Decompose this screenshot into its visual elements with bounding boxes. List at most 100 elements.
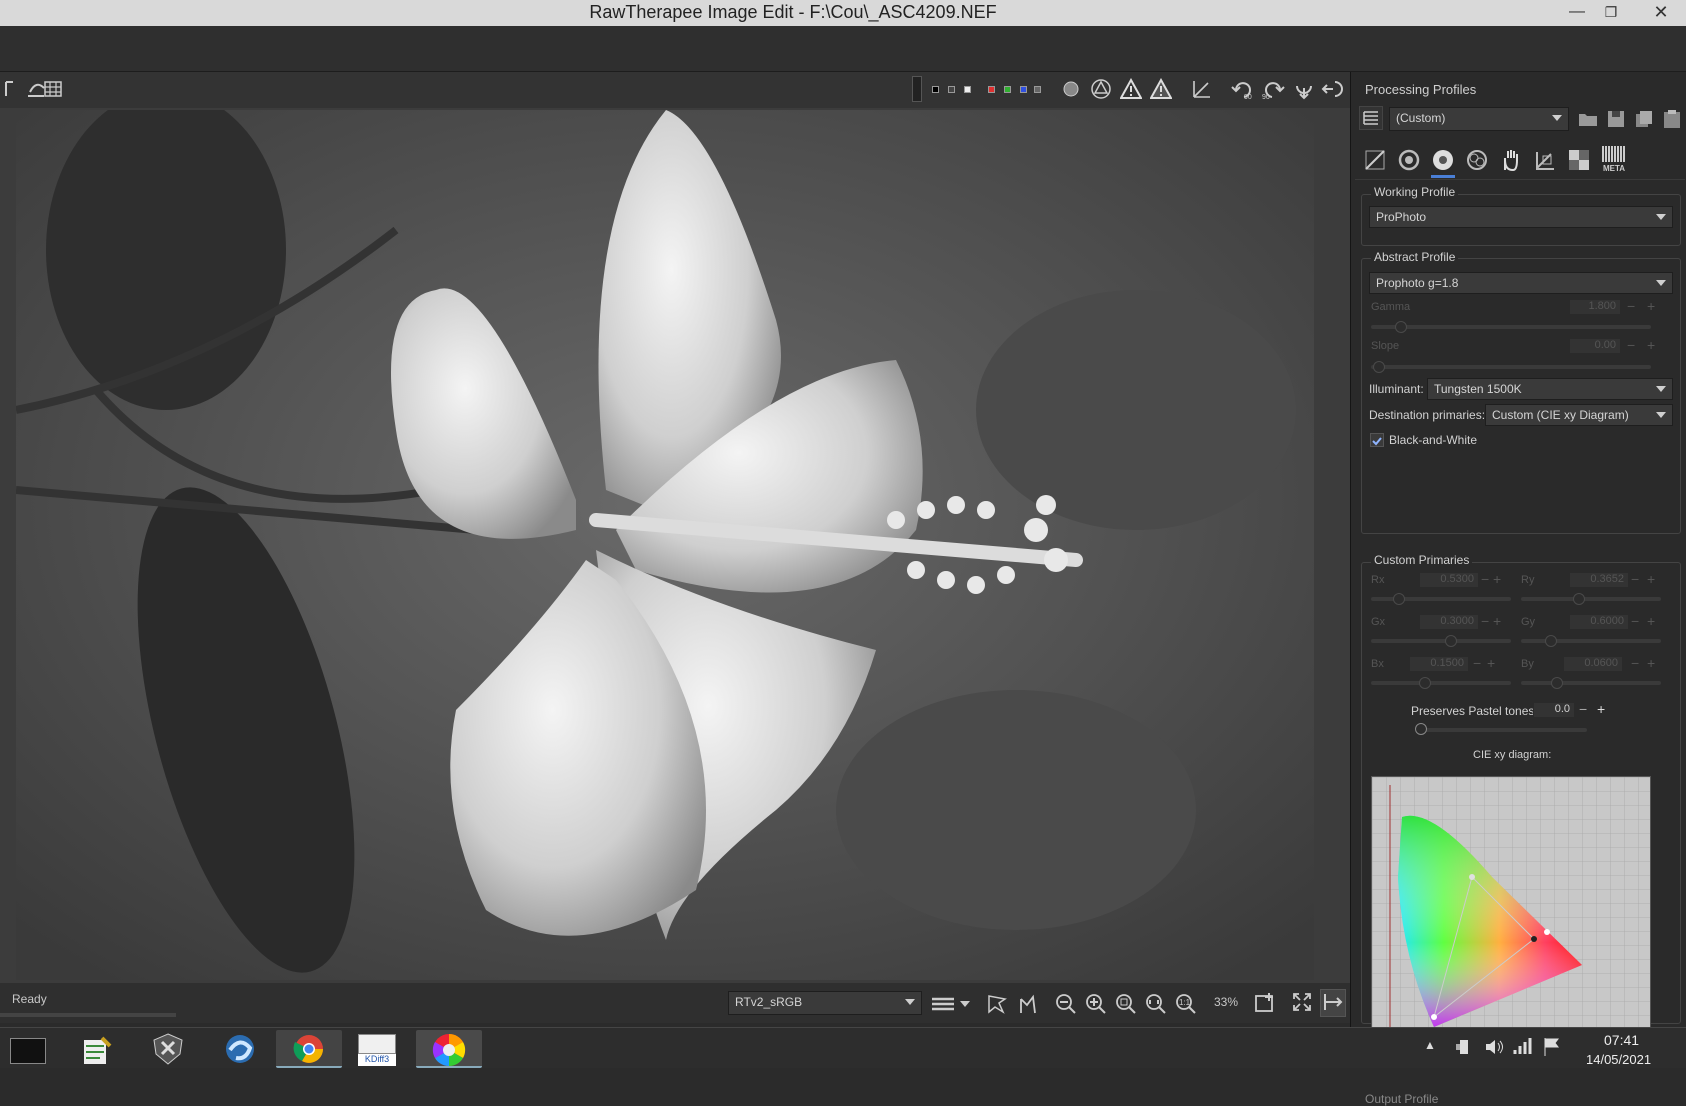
plus-icon[interactable]: + — [1647, 337, 1655, 353]
plus-icon[interactable]: + — [1597, 701, 1605, 717]
rx-slider[interactable] — [1371, 597, 1511, 601]
minus-icon[interactable]: − — [1631, 655, 1639, 671]
red-channel-icon[interactable] — [988, 86, 995, 93]
flip-horizontal-icon[interactable] — [1292, 78, 1316, 102]
metadata-tab-icon[interactable]: META — [1601, 146, 1631, 176]
slope-slider-knob[interactable] — [1373, 361, 1385, 373]
flip-vertical-icon[interactable] — [1320, 78, 1344, 102]
rotate-right-icon[interactable]: 90 — [1260, 78, 1286, 102]
minus-icon[interactable]: − — [1627, 298, 1635, 314]
gamma-slider-knob[interactable] — [1395, 321, 1407, 333]
luminance-channel-icon[interactable] — [1034, 86, 1044, 110]
gy-slider-knob[interactable] — [1545, 635, 1557, 647]
pastel-tones-slider[interactable] — [1421, 728, 1587, 732]
black-channel-icon[interactable] — [932, 86, 939, 93]
gamma-slider[interactable] — [1371, 325, 1651, 329]
intent-selector-icon[interactable] — [930, 993, 974, 1017]
fullscreen-icon[interactable] — [1290, 991, 1314, 1015]
taskbar-chrome[interactable] — [276, 1030, 342, 1068]
rx-slider-knob[interactable] — [1393, 593, 1405, 605]
plus-icon[interactable]: + — [1647, 613, 1655, 629]
zoom-fit-icon[interactable] — [1114, 993, 1138, 1017]
preview-mode-indicator-icon[interactable] — [912, 76, 924, 102]
bx-slider[interactable] — [1371, 681, 1511, 685]
color-tab-icon[interactable] — [1431, 148, 1455, 177]
by-spin[interactable]: 0.0600 — [1563, 656, 1623, 672]
focus-mask-icon[interactable] — [1060, 78, 1082, 102]
shadow-warning-icon[interactable] — [1149, 77, 1173, 102]
gx-slider-knob[interactable] — [1445, 635, 1457, 647]
slope-spin[interactable]: 0.00 — [1569, 338, 1621, 354]
pastel-tones-spin[interactable]: 0.0 — [1533, 702, 1575, 718]
locallab-tab-icon[interactable] — [1499, 148, 1523, 177]
profile-combo[interactable]: (Custom) — [1389, 107, 1569, 131]
minus-icon[interactable]: − — [1481, 613, 1489, 629]
lock-ratio-icon[interactable] — [1190, 78, 1214, 102]
gy-spin[interactable]: 0.6000 — [1569, 614, 1629, 630]
taskbar-security[interactable] — [138, 1030, 198, 1068]
blue-channel-icon[interactable] — [1020, 86, 1027, 93]
hand-tool-icon[interactable] — [2, 78, 22, 102]
zoom-100-icon[interactable]: 1:1 — [1174, 993, 1198, 1017]
black-and-white-checkbox[interactable] — [1370, 433, 1384, 447]
copy-profile-icon[interactable] — [1633, 108, 1655, 135]
tray-chevron-icon[interactable]: ▲ — [1424, 1038, 1436, 1052]
zoom-in-icon[interactable] — [1084, 993, 1108, 1017]
minus-icon[interactable]: − — [1631, 571, 1639, 587]
destination-primaries-combo[interactable]: Custom (CIE xy Diagram) — [1485, 404, 1673, 426]
pastel-tones-slider-knob[interactable] — [1415, 723, 1427, 735]
ry-slider[interactable] — [1521, 597, 1661, 601]
gray-channel-icon[interactable] — [948, 86, 955, 93]
white-channel-icon[interactable] — [964, 86, 971, 93]
volume-icon[interactable] — [1484, 1036, 1506, 1063]
output-profile-combo[interactable]: RTv2_sRGB — [728, 991, 922, 1015]
profile-list-icon[interactable] — [1359, 106, 1383, 130]
ry-slider-knob[interactable] — [1573, 593, 1585, 605]
new-detail-window-icon[interactable] — [1252, 991, 1278, 1015]
highlight-warning-icon[interactable] — [1119, 77, 1143, 102]
plus-icon[interactable]: + — [1647, 571, 1655, 587]
transform-tab-icon[interactable] — [1533, 148, 1557, 177]
gx-slider[interactable] — [1371, 639, 1511, 643]
preview-image[interactable] — [16, 110, 1314, 980]
minus-icon[interactable]: − — [1481, 571, 1489, 587]
gy-slider[interactable] — [1521, 639, 1661, 643]
green-channel-icon[interactable] — [1004, 86, 1011, 93]
taskbar-kdiff3[interactable]: KDiff3 — [346, 1030, 410, 1068]
minus-icon[interactable]: − — [1631, 613, 1639, 629]
plus-icon[interactable]: + — [1493, 571, 1501, 587]
crop-grid-icon[interactable] — [40, 78, 66, 102]
taskbar-browser-alt[interactable] — [210, 1030, 270, 1068]
gamma-spin[interactable]: 1.800 — [1569, 299, 1621, 315]
close-button[interactable]: ✕ — [1636, 0, 1686, 26]
plus-icon[interactable]: + — [1487, 655, 1495, 671]
clock-time[interactable]: 07:41 — [1604, 1032, 1639, 1048]
exposure-tab-icon[interactable] — [1363, 148, 1387, 177]
advanced-tab-icon[interactable] — [1465, 148, 1489, 177]
bx-spin[interactable]: 0.1500 — [1409, 656, 1469, 672]
bx-slider-knob[interactable] — [1419, 677, 1431, 689]
taskbar-rawtherapee[interactable] — [416, 1030, 482, 1068]
zoom-crop-icon[interactable] — [1144, 993, 1168, 1017]
ry-spin[interactable]: 0.3652 — [1569, 572, 1629, 588]
plus-icon[interactable]: + — [1647, 655, 1655, 671]
maximize-button[interactable]: ❐ — [1594, 0, 1628, 26]
signal-icon[interactable] — [1512, 1036, 1532, 1063]
clock-date[interactable]: 14/05/2021 — [1586, 1052, 1651, 1067]
by-slider-knob[interactable] — [1551, 677, 1563, 689]
working-profile-combo[interactable]: ProPhoto — [1369, 206, 1673, 228]
flag-icon[interactable] — [1542, 1036, 1562, 1063]
minus-icon[interactable]: − — [1473, 655, 1481, 671]
minus-icon[interactable]: − — [1627, 337, 1635, 353]
slope-slider[interactable] — [1371, 365, 1651, 369]
paste-profile-icon[interactable] — [1661, 108, 1683, 135]
softproof-icon[interactable] — [984, 993, 1008, 1017]
rotate-left-icon[interactable]: 90 — [1230, 78, 1256, 102]
shadow-clip-icon[interactable] — [1090, 78, 1112, 102]
raw-tab-icon[interactable] — [1567, 148, 1591, 177]
toggle-panel-icon[interactable] — [1320, 989, 1346, 1017]
taskbar-terminal[interactable] — [0, 1030, 60, 1068]
save-profile-icon[interactable] — [1605, 108, 1627, 135]
detail-tab-icon[interactable] — [1397, 148, 1421, 177]
load-profile-icon[interactable] — [1577, 108, 1599, 135]
